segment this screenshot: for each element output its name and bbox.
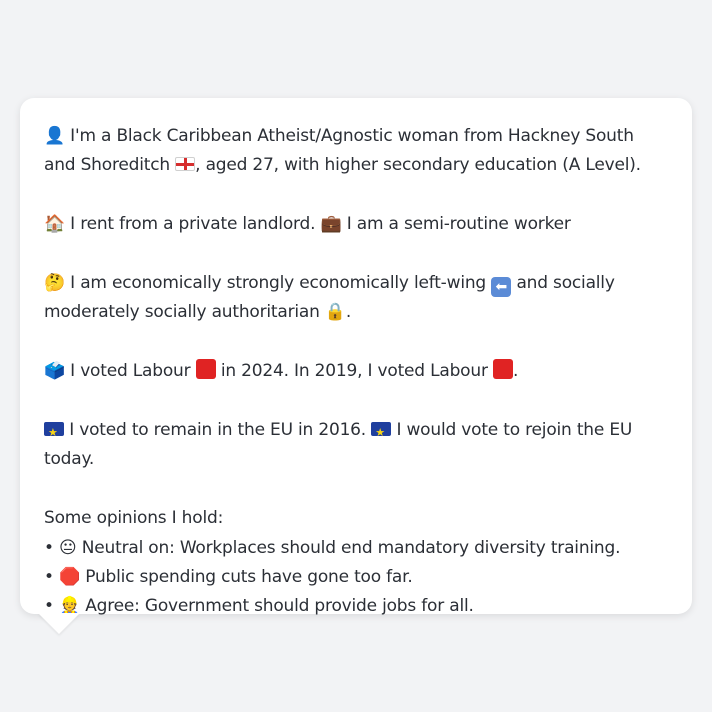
identity-paragraph: 👤 I'm a Black Caribbean Atheist/Agnostic… [44,122,670,181]
eu-paragraph: I voted to remain in the EU in 2016. I w… [44,416,670,475]
bubble-tail [38,613,80,634]
opinions-section: Some opinions I hold: • 😐 Neutral on: Wo… [44,504,670,622]
opinion-item: • 🛑 Public spending cuts have gone too f… [44,567,413,588]
voting-paragraph: 🗳️ I voted Labour in 2024. In 2019, I vo… [44,357,670,386]
opinion-item: • 👷 Agree: Government should provide job… [44,596,474,617]
red-square-icon [492,359,513,380]
eu-2016-text: I voted to remain in the EU in 2016. [69,420,367,440]
housing-text: 🏠 I rent from a private landlord. [44,214,316,235]
england-flag-icon [175,157,196,172]
vote-end: . [512,361,519,382]
opinion-item: • 😐 Neutral on: Workplaces should end ma… [44,537,621,558]
economic-text: 🤔 I am economically strongly economicall… [44,273,487,293]
red-square-icon [195,359,216,380]
message-bubble: 👤 I'm a Black Caribbean Atheist/Agnostic… [20,98,692,616]
eu-flag-icon [44,418,64,447]
vote-2024-text: 🗳️ I voted Labour [44,361,191,382]
eu-flag-icon [371,418,392,447]
identity-text-tail: , aged 27, with higher secondary educati… [195,155,641,176]
ideology-paragraph: 🤔 I am economically strongly economicall… [44,269,670,328]
housing-paragraph: 🏠 I rent from a private landlord. 💼 I am… [44,210,670,239]
work-text: 💼 I am a semi-routine worker [320,214,571,235]
left-arrow-icon: ⬅ [491,277,512,297]
vote-2019-text: in 2024. In 2019, I voted Labour [220,361,488,382]
opinions-heading: Some opinions I hold: [44,508,224,529]
